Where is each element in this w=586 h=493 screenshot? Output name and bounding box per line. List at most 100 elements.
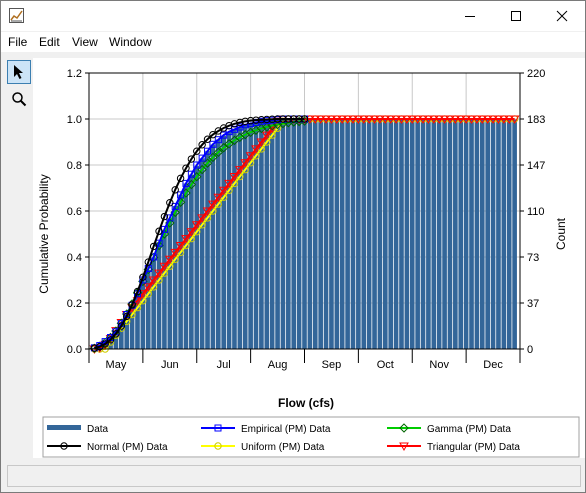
histogram-bar bbox=[194, 165, 200, 349]
histogram-bar bbox=[382, 119, 388, 349]
y2-tick-label: 0 bbox=[527, 344, 533, 356]
zoom-tool-button[interactable] bbox=[7, 87, 31, 111]
title-bar bbox=[1, 1, 585, 31]
histogram-bar bbox=[512, 119, 517, 349]
cumulative-probability-chart: 0.0 0.2 0.4 0.6 0.8 1.0 1.2 0 37 73 110 147 183 220 Ma… bbox=[37, 68, 580, 458]
legend-swatch bbox=[47, 425, 81, 430]
maximize-button[interactable] bbox=[493, 1, 539, 31]
histogram-bar bbox=[479, 119, 485, 349]
histogram-bar bbox=[415, 119, 420, 349]
histogram-bar bbox=[215, 139, 221, 349]
y2-tick-label: 110 bbox=[527, 206, 545, 218]
histogram-bar bbox=[409, 119, 415, 349]
legend-label: Empirical (PM) Data bbox=[241, 424, 331, 435]
histogram-bar bbox=[210, 144, 216, 349]
menu-view[interactable]: View bbox=[72, 35, 98, 49]
histogram-bar bbox=[199, 158, 205, 349]
legend-label: Gamma (PM) Data bbox=[427, 424, 511, 435]
histogram-bar bbox=[242, 124, 248, 349]
histogram-bar bbox=[286, 119, 291, 349]
tool-palette bbox=[5, 58, 35, 458]
histogram-bar bbox=[506, 119, 512, 349]
histogram-bar bbox=[442, 119, 447, 349]
y-tick-label: 1.2 bbox=[67, 68, 82, 80]
y-tick-label: 0.8 bbox=[67, 160, 82, 172]
histogram-bar bbox=[264, 120, 270, 349]
y2-tick-label: 73 bbox=[527, 252, 539, 264]
histogram-bar bbox=[356, 119, 361, 349]
y-tick-label: 0.2 bbox=[67, 298, 82, 310]
histogram-bar bbox=[463, 119, 469, 349]
app-window: File Edit View Window 0.0 0.2 0.4 0.6 0.8 1.0… bbox=[0, 0, 586, 493]
histogram-bar bbox=[377, 119, 383, 349]
minimize-icon bbox=[465, 16, 475, 17]
histogram-bar bbox=[205, 150, 210, 349]
histogram-bar bbox=[426, 119, 431, 349]
menu-file[interactable]: File bbox=[8, 35, 27, 49]
legend-label: Uniform (PM) Data bbox=[241, 442, 325, 453]
histogram-bar bbox=[485, 119, 490, 349]
histogram-bar bbox=[334, 119, 340, 349]
close-icon bbox=[556, 10, 568, 22]
legend-label: Normal (PM) Data bbox=[87, 442, 168, 453]
minimize-button[interactable] bbox=[447, 1, 493, 31]
histogram-bar bbox=[431, 119, 437, 349]
histogram-bar bbox=[178, 194, 183, 349]
y2-tick-label: 220 bbox=[527, 68, 545, 80]
histogram-bar bbox=[156, 243, 162, 349]
histogram-bar bbox=[318, 119, 323, 349]
histogram-bar bbox=[420, 119, 426, 349]
histogram-bar bbox=[172, 205, 178, 349]
x-tick-label: Sep bbox=[322, 359, 342, 371]
histogram-bar bbox=[162, 231, 167, 349]
status-bar bbox=[7, 465, 581, 487]
maximize-icon bbox=[511, 11, 521, 21]
y-tick-label: 0.6 bbox=[67, 206, 82, 218]
histogram-bar bbox=[221, 135, 227, 349]
x-tick-label: May bbox=[106, 359, 127, 371]
histogram-bar bbox=[259, 121, 264, 349]
histogram-bar bbox=[399, 119, 404, 349]
histogram-bar bbox=[312, 119, 318, 349]
histogram-bar bbox=[323, 119, 329, 349]
histogram-bar bbox=[269, 120, 275, 349]
histogram-bar bbox=[226, 131, 232, 349]
histogram-bar bbox=[458, 119, 464, 349]
y-axis-label: Cumulative Probability bbox=[37, 174, 51, 293]
x-axis-label: Flow (cfs) bbox=[278, 396, 334, 410]
histogram-bar bbox=[447, 119, 453, 349]
histogram-bar bbox=[296, 119, 302, 349]
pointer-tool-button[interactable] bbox=[7, 60, 31, 84]
histogram-bar bbox=[436, 119, 442, 349]
histogram-bar bbox=[232, 129, 237, 349]
magnifier-icon bbox=[12, 92, 27, 107]
histogram-bar bbox=[393, 119, 399, 349]
histogram-bar bbox=[361, 119, 367, 349]
legend-label: Triangular (PM) Data bbox=[427, 442, 520, 453]
y-tick-label: 1.0 bbox=[67, 114, 82, 126]
histogram-bar bbox=[372, 119, 377, 349]
x-tick-label: Dec bbox=[483, 359, 503, 371]
x-tick-label: Jun bbox=[161, 359, 179, 371]
histogram-bar bbox=[183, 183, 189, 349]
histogram-bar bbox=[280, 119, 286, 349]
x-tick-label: Aug bbox=[268, 359, 288, 371]
histogram-bar bbox=[167, 218, 173, 349]
histogram-bar bbox=[490, 119, 496, 349]
y2-tick-label: 183 bbox=[527, 114, 545, 126]
chart-app-icon bbox=[9, 8, 24, 23]
menu-edit[interactable]: Edit bbox=[39, 35, 60, 49]
y2-tick-label: 147 bbox=[527, 160, 545, 172]
y-tick-label: 0.4 bbox=[67, 252, 82, 264]
chart-panel: 0.0 0.2 0.4 0.6 0.8 1.0 1.2 0 37 73 110 147 183 220 Ma… bbox=[33, 58, 585, 458]
histogram-bar bbox=[404, 119, 410, 349]
y2-axis-label: Count bbox=[554, 217, 568, 250]
histogram-bar bbox=[366, 119, 372, 349]
menu-window[interactable]: Window bbox=[109, 35, 152, 49]
histogram-bar bbox=[339, 119, 345, 349]
y-tick-label: 0.0 bbox=[67, 344, 82, 356]
x-tick-label: Oct bbox=[377, 359, 394, 371]
x-tick-label: Jul bbox=[217, 359, 231, 371]
close-button[interactable] bbox=[539, 1, 585, 31]
histogram-bar bbox=[307, 119, 313, 349]
